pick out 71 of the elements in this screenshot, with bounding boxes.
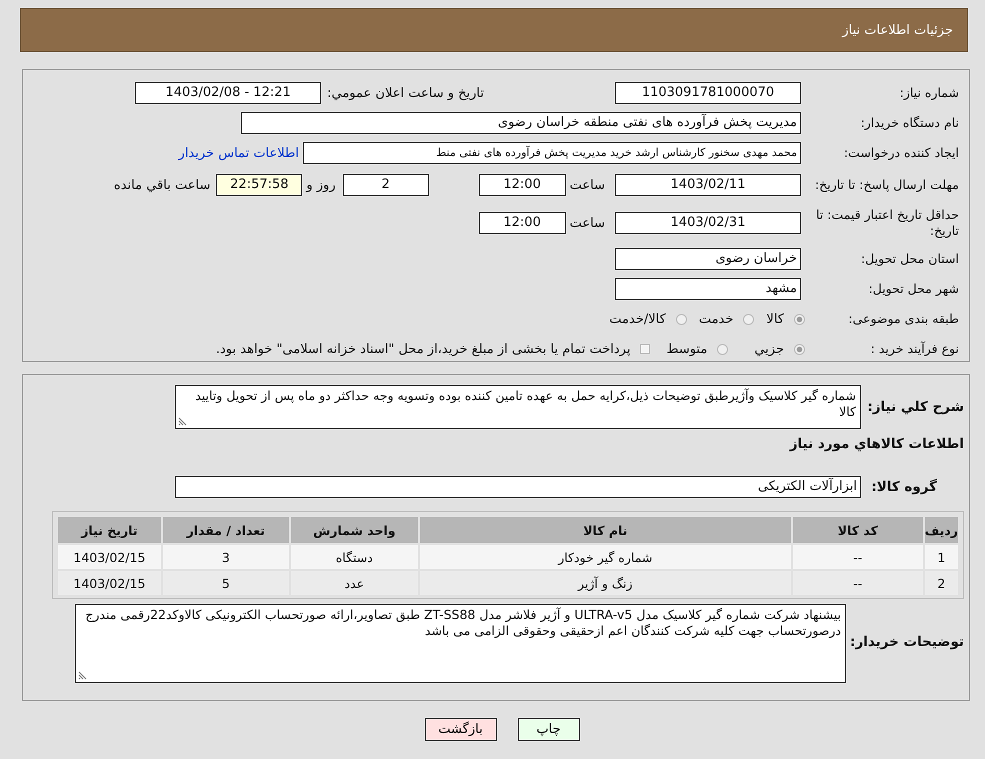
radio-label: خدمت bbox=[698, 312, 734, 326]
text-field[interactable]: 1403/02/11 bbox=[615, 174, 801, 196]
table-cell: 5 bbox=[162, 571, 289, 595]
text-field[interactable]: 12:00 bbox=[478, 212, 566, 234]
text-field[interactable]: 1403/02/08 - 12:21 bbox=[135, 82, 322, 104]
text-field[interactable]: 1103091781000070 bbox=[615, 82, 801, 104]
table-cell: 2 bbox=[924, 571, 958, 595]
column-header: نام کالا bbox=[420, 517, 791, 543]
field-label: نام دستگاه خریدار: bbox=[860, 115, 960, 131]
back-button[interactable]: بازگشت bbox=[424, 718, 496, 741]
radio-label: جزيي bbox=[754, 342, 784, 356]
field-label: توضیحات خریدار: bbox=[849, 633, 964, 650]
radio-label: کالا/خدمت bbox=[609, 312, 666, 326]
table-cell: دستگاه bbox=[290, 545, 418, 569]
contact-link[interactable]: اطلاعات تماس خریدار bbox=[178, 146, 299, 160]
table-cell: 1403/02/15 bbox=[58, 545, 161, 569]
field-label: ساعت bbox=[570, 216, 605, 230]
field-label: شهر محل تحویل: bbox=[868, 281, 960, 297]
text-field[interactable]: ابزارآلات الکتریکی bbox=[175, 476, 861, 498]
table-cell: 1 bbox=[924, 545, 958, 569]
column-header: تاریخ نیاز bbox=[58, 517, 161, 543]
field-label: شماره نیاز: bbox=[898, 85, 960, 101]
field-label: شرح کلي نیاز: bbox=[866, 398, 964, 415]
checkbox[interactable] bbox=[640, 344, 650, 354]
radio-button[interactable] bbox=[794, 344, 805, 354]
text-field[interactable]: خراسان رضوی bbox=[615, 248, 801, 270]
field-label: روز و bbox=[306, 178, 336, 192]
radio-button[interactable] bbox=[743, 314, 754, 324]
field-label: ساعت bbox=[570, 178, 605, 192]
field-label: ساعت باقي مانده bbox=[114, 178, 210, 192]
field-label: استان محل تحویل: bbox=[860, 251, 960, 267]
table-cell: عدد bbox=[290, 571, 418, 595]
radio-button[interactable] bbox=[794, 314, 805, 324]
resize-grip-icon[interactable] bbox=[178, 417, 187, 426]
column-header: تعداد / مقدار bbox=[162, 517, 289, 543]
text-field[interactable]: 2 bbox=[342, 174, 429, 196]
print-button[interactable]: چاپ bbox=[518, 718, 580, 741]
field-label: حداقل تاریخ اعتبار قیمت: تا تاریخ: bbox=[814, 207, 960, 239]
resize-grip-icon[interactable] bbox=[78, 671, 87, 680]
column-header: ردیف bbox=[924, 517, 958, 543]
countdown-field[interactable]: 22:57:58 bbox=[216, 174, 302, 196]
text-field[interactable]: 1403/02/31 bbox=[615, 212, 801, 234]
column-header: کد کالا bbox=[792, 517, 923, 543]
section-heading: اطلاعات کالاهاي مورد نیاز bbox=[788, 436, 964, 454]
radio-label: متوسط bbox=[666, 342, 708, 356]
text-field[interactable]: 12:00 bbox=[478, 174, 566, 196]
field-label: طبقه بندی موضوعی: bbox=[847, 311, 960, 327]
field-label: نوع فرآیند خرید : bbox=[870, 341, 960, 357]
column-header: واحد شمارش bbox=[290, 517, 418, 543]
checkbox-label: پرداخت تمام یا بخشی از مبلغ خرید،از محل "اسناد خزانه اسلامی" خواهد بود. bbox=[216, 342, 630, 356]
page-title: جزئیات اطلاعات نیاز bbox=[842, 22, 953, 38]
table-cell: -- bbox=[792, 571, 923, 595]
radio-label: کالا bbox=[766, 312, 784, 326]
table-cell: 1403/02/15 bbox=[58, 571, 161, 595]
notes-box[interactable]: بیشنهاد شرکت شماره گیر کلاسیک مدل ULTRA-v5 و آژیر فلاشر مدل ZT-SS88 طبق تصاویر،ارائه صورتحساب الکترونیکی کالاوکد22رقمی مندرج درصورتحساب جهت کلیه شرکت کنندگان اعم ازحقیقی وحقوقی الزامی می باشد bbox=[75, 604, 846, 683]
table-cell: شماره گیر خودکار bbox=[420, 545, 791, 569]
text-field[interactable]: مدیریت پخش فرآورده های نفتی منطقه خراسان رضوی bbox=[241, 112, 801, 134]
notes-text: بیشنهاد شرکت شماره گیر کلاسیک مدل ULTRA-v5 و آژیر فلاشر مدل ZT-SS88 طبق تصاویر،ارائه صورتحساب الکترونیکی کالاوکد22رقمی مندرج درصورتحساب جهت کلیه شرکت کنندگان اعم ازحقیقی وحقوقی الزامی می باشد bbox=[84, 607, 841, 639]
table-cell: زنگ و آژیر bbox=[420, 571, 791, 595]
field-label: تاريخ و ساعت اعلان عمومي: bbox=[327, 86, 484, 100]
table-cell: -- bbox=[792, 545, 923, 569]
description-text: شماره گیر کلاسیک وآژیرطبق توضیحات ذیل،کرایه حمل به عهده تامین کننده بوده وتسویه وجه حداکثر دو ماه پس از تحویل وتایید کالا bbox=[194, 388, 856, 420]
description-box[interactable]: شماره گیر کلاسیک وآژیرطبق توضیحات ذیل،کرایه حمل به عهده تامین کننده بوده وتسویه وجه حداکثر دو ماه پس از تحویل وتایید کالا bbox=[175, 385, 861, 429]
text-field[interactable]: مشهد bbox=[615, 278, 801, 300]
field-label: گروه کالا: bbox=[870, 479, 938, 495]
field-label: ایجاد کننده درخواست: bbox=[842, 145, 960, 161]
radio-button[interactable] bbox=[676, 314, 687, 324]
text-field[interactable]: محمد مهدی سخنور کارشناس ارشد خرید مدیریت پخش فرآورده های نفتی منط bbox=[303, 142, 801, 164]
table-cell: 3 bbox=[162, 545, 289, 569]
radio-button[interactable] bbox=[717, 344, 728, 354]
field-label: مهلت ارسال پاسخ: تا تاریخ: bbox=[814, 177, 960, 193]
